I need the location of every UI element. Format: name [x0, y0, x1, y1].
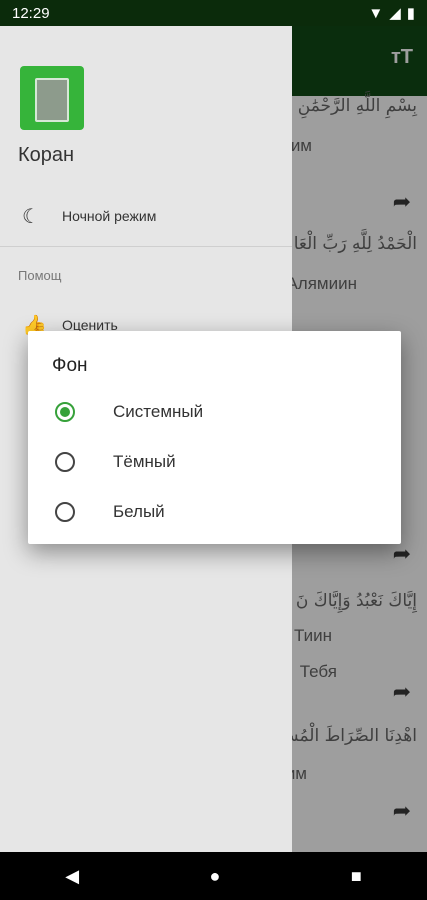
radio-icon[interactable]: [55, 502, 75, 522]
status-icons: ▼ ◢ ▮: [368, 4, 415, 23]
battery-icon: ▮: [406, 5, 415, 22]
status-bar: 12:29 ▼ ◢ ▮: [0, 0, 427, 26]
book-icon: [35, 78, 69, 122]
drawer-item-label: Ночной режим: [62, 208, 157, 224]
moon-icon: ☾: [22, 205, 40, 228]
app-logo: [20, 66, 84, 130]
option-system[interactable]: Системный: [28, 388, 401, 436]
back-icon[interactable]: ◀: [65, 866, 79, 887]
background-dialog: Фон Системный Тёмный Белый: [28, 331, 401, 544]
drawer-item-night-mode[interactable]: ☾ Ночной режим: [0, 192, 292, 240]
signal-icon: ◢: [389, 5, 401, 22]
option-label: Белый: [113, 502, 165, 521]
dialog-title: Фон: [52, 355, 88, 376]
option-white[interactable]: Белый: [28, 488, 401, 536]
option-label: Системный: [113, 402, 204, 421]
radio-selected-icon[interactable]: [55, 402, 75, 422]
wifi-icon: ▼: [368, 4, 384, 22]
divider: [0, 246, 292, 247]
option-dark[interactable]: Тёмный: [28, 438, 401, 486]
drawer-header: Коран: [0, 26, 292, 218]
nav-bar: ◀ ● ■: [0, 852, 427, 900]
home-icon[interactable]: ●: [210, 866, 221, 887]
section-label: Помощ: [18, 268, 62, 283]
recents-icon[interactable]: ■: [351, 866, 362, 887]
radio-icon[interactable]: [55, 452, 75, 472]
status-time: 12:29: [12, 4, 50, 22]
option-label: Тёмный: [113, 452, 176, 471]
drawer-app-name: Коран: [18, 144, 75, 166]
